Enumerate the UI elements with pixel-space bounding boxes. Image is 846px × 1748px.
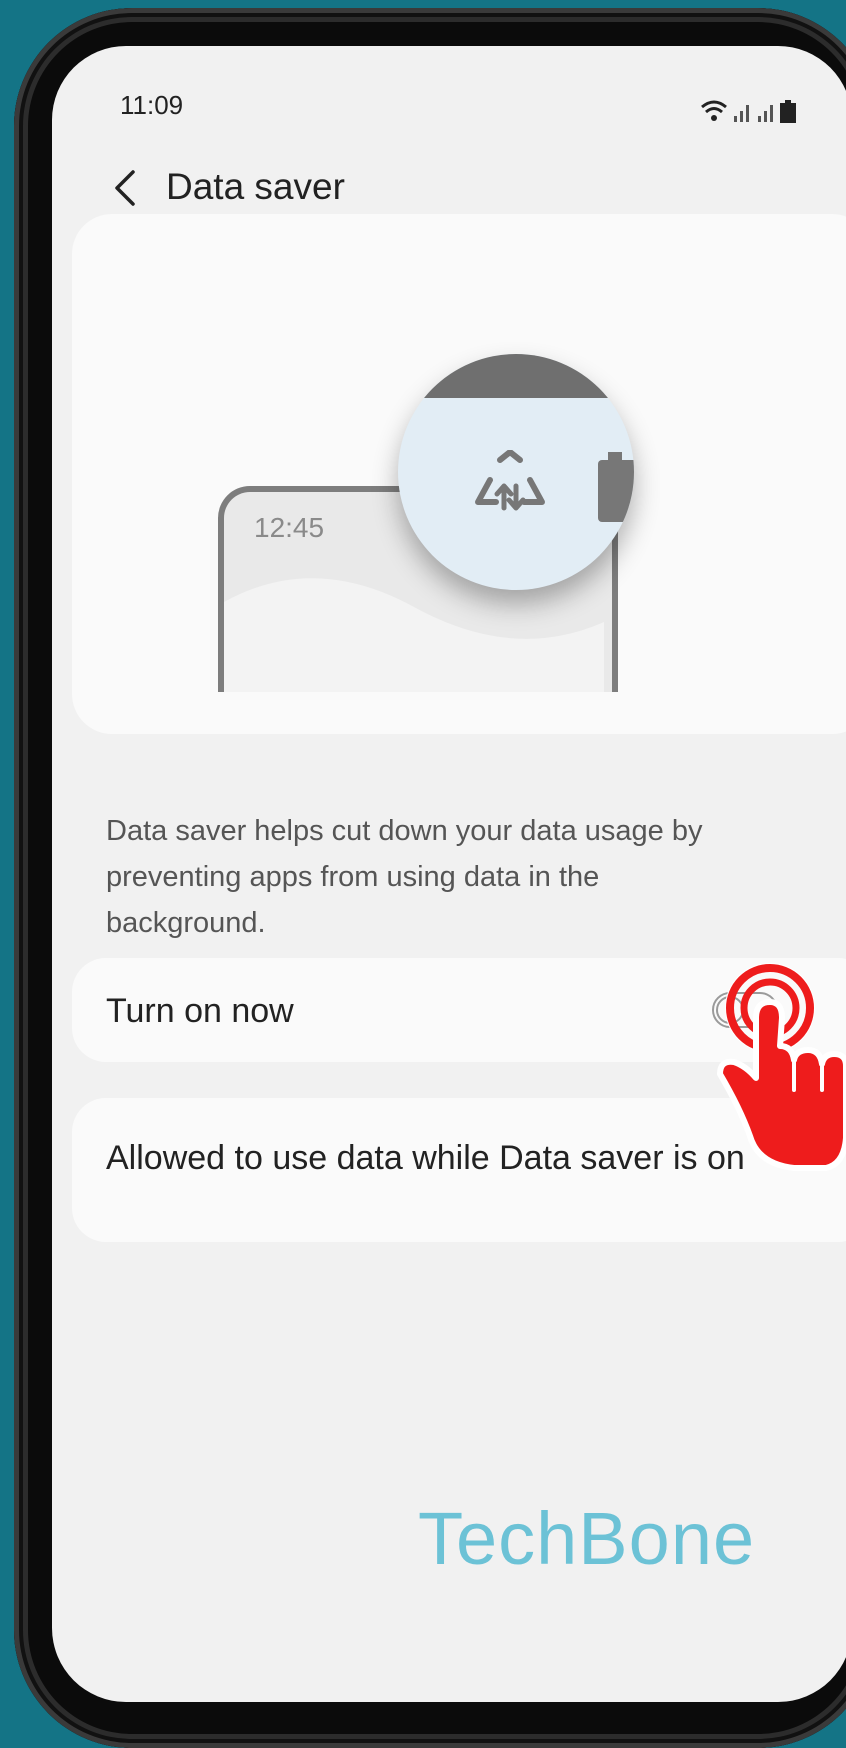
status-time: 11:09	[120, 90, 184, 120]
signal-icon	[734, 105, 773, 122]
back-arrow-icon	[115, 170, 135, 206]
wifi-icon	[701, 100, 727, 121]
allowed-apps-label: Allowed to use data while Data saver is …	[106, 1139, 745, 1177]
turn-on-now-label: Turn on now	[106, 992, 294, 1030]
illustration-clock: 12:45	[254, 512, 325, 543]
data-saver-icon	[475, 450, 545, 511]
description-text: Data saver helps cut down your data usag…	[106, 815, 703, 939]
battery-icon	[598, 452, 634, 522]
device-frame: 11:09 Data saver 12:45 Data saver helps …	[14, 8, 846, 1748]
watermark: TechBone	[418, 1497, 756, 1580]
status-icons	[701, 100, 796, 123]
illustration-magnifier	[398, 354, 634, 590]
back-button[interactable]	[94, 158, 154, 218]
illustration-card: 12:45	[72, 214, 846, 734]
battery-icon	[780, 100, 796, 123]
page-title: Data saver	[166, 166, 345, 207]
screen: 11:09 Data saver 12:45 Data saver helps …	[52, 46, 846, 1702]
tap-hand-icon	[717, 963, 846, 1171]
